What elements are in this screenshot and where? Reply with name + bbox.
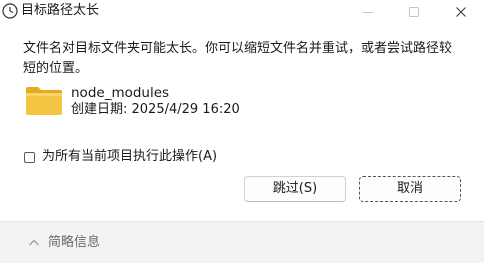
apply-to-all-checkbox[interactable] [24, 151, 35, 163]
apply-to-all-label: 为所有当前项目执行此操作(A) [42, 149, 218, 164]
close-icon [456, 7, 466, 17]
error-message: 文件名对目标文件夹可能太长。你可以缩短文件名并重试，或者尝试路径较短的位置。 [23, 41, 453, 76]
skip-button[interactable]: 跳过(S) [244, 176, 346, 202]
window-title: 目标路径太长 [21, 3, 100, 18]
apply-to-all-option[interactable]: 为所有当前项目执行此操作(A) [24, 147, 217, 167]
target-path-too-long-dialog: 目标路径太长 文件名对目标文件夹可能太长。你可以缩短文件名并重试，或者尝试路径较… [0, 0, 484, 263]
folder-icon [25, 86, 63, 116]
title-bar: 目标路径太长 [0, 0, 484, 28]
maximize-icon [409, 7, 419, 17]
minimize-button[interactable] [345, 0, 391, 24]
maximize-button[interactable] [391, 0, 437, 24]
details-toggle[interactable]: 简略信息 [28, 234, 100, 252]
minimize-icon [363, 12, 373, 13]
file-created-date: 创建日期: 2025/4/29 16:20 [71, 102, 240, 117]
details-footer: 简略信息 [0, 221, 484, 263]
close-button[interactable] [438, 0, 484, 24]
details-label: 简略信息 [48, 235, 101, 250]
cancel-button[interactable]: 取消 [359, 176, 461, 202]
clock-icon [2, 3, 18, 19]
chevron-up-icon [29, 239, 39, 246]
